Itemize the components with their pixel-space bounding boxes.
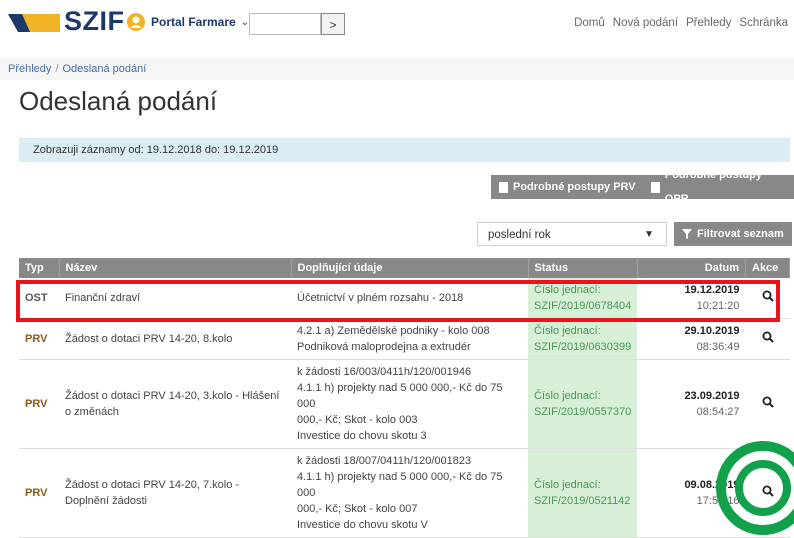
period-select[interactable]: poslední rok ▼ xyxy=(477,222,667,246)
udaje-line: k žádosti 16/003/0411h/120/001946 xyxy=(297,366,472,378)
date: 23.09.2019 xyxy=(684,390,740,402)
status-label: Číslo jednací: xyxy=(534,390,601,402)
highlight-red-box xyxy=(16,280,780,322)
row-udaje: 4.2.1 a) Zemědělské podniky - kolo 008 Po… xyxy=(291,318,528,360)
status-number: SZIF/2019/0521142 xyxy=(534,495,631,507)
col-datum: Datum xyxy=(637,258,747,278)
chevron-down-icon: ▼ xyxy=(644,229,654,240)
row-udaje: k žádosti 16/003/0411h/120/001946 4.1.1 h… xyxy=(291,359,528,449)
row-datum: 29.10.2019 08:36:49 xyxy=(637,318,746,360)
top-bar: SZIF Portal Farmare ⌄ > Domů Nová podání… xyxy=(0,0,794,44)
search-button[interactable]: > xyxy=(321,13,345,35)
page-title: Odeslaná podání xyxy=(19,86,218,116)
udaje-line: 000,- Kč; Skot - kolo 003 xyxy=(297,414,418,426)
status-label: Číslo jednací: xyxy=(534,479,601,491)
filter-button[interactable]: Filtrovat seznam xyxy=(674,222,792,246)
table-row: PRV Žádost o dotaci PRV 14-20, 8.kolo 4.… xyxy=(19,318,790,360)
col-status: Status xyxy=(528,258,638,278)
breadcrumb: Přehledy / Odeslaná podání xyxy=(0,58,794,80)
search-input[interactable] xyxy=(249,13,321,35)
szif-logo[interactable]: SZIF xyxy=(64,6,125,37)
row-udaje: k žádosti 18/007/0411h/120/001823 4.1.1 h… xyxy=(291,448,528,538)
col-udaje: Doplňující údaje xyxy=(291,258,529,278)
status-label: Číslo jednací: xyxy=(534,325,601,337)
row-nazev: Žádost o dotaci PRV 14-20, 7.kolo - Dopl… xyxy=(59,448,291,538)
row-datum: 23.09.2019 08:54:27 xyxy=(637,359,746,449)
row-status: Číslo jednací: SZIF/2019/0630399 xyxy=(528,318,638,360)
period-select-value: poslední rok xyxy=(488,229,551,241)
breadcrumb-current: Odeslaná podání xyxy=(62,63,147,75)
breadcrumb-separator: / xyxy=(55,63,59,75)
nav-prehledy[interactable]: Přehledy xyxy=(686,17,731,29)
opr-procedures-label: Podrobné postupy OPR xyxy=(664,169,762,205)
col-nazev: Název xyxy=(59,258,292,278)
nav-nova-podani[interactable]: Nová podání xyxy=(613,17,678,29)
search-icon xyxy=(762,396,774,408)
udaje-line: 4.2.1 a) Zemědělské podniky - kolo 008 xyxy=(297,325,490,337)
row-nazev: Žádost o dotaci PRV 14-20, 8.kolo xyxy=(59,318,291,360)
udaje-line: k žádosti 18/007/0411h/120/001823 xyxy=(297,455,472,467)
portal-label: Portal Farmare xyxy=(151,15,236,29)
breadcrumb-prehledy[interactable]: Přehledy xyxy=(8,63,51,75)
search-icon xyxy=(762,331,774,343)
filter-icon xyxy=(682,229,692,239)
view-button[interactable] xyxy=(745,318,790,360)
view-button[interactable] xyxy=(745,359,790,449)
document-icon xyxy=(651,181,660,193)
row-typ: PRV xyxy=(19,318,59,360)
udaje-line: Investice do chovu skotu V xyxy=(297,519,428,531)
date-range-info: Zobrazuji záznamy od: 19.12.2018 do: 19.… xyxy=(19,138,790,162)
chevron-down-icon: ⌄ xyxy=(240,16,250,28)
date: 29.10.2019 xyxy=(684,325,740,337)
table-row: PRV Žádost o dotaci PRV 14-20, 3.kolo - … xyxy=(19,359,790,449)
opr-procedures-button[interactable]: Podrobné postupy OPR xyxy=(643,169,794,205)
highlight-green-ring-inner xyxy=(735,460,791,516)
row-typ: PRV xyxy=(19,448,59,538)
time: 08:54:27 xyxy=(696,406,740,418)
table-header-row: Typ Název Doplňující údaje Status Datum … xyxy=(19,258,790,278)
top-nav: Domů Nová podání Přehledy Schránka xyxy=(574,17,788,29)
nav-schranka[interactable]: Schránka xyxy=(739,17,788,29)
row-nazev: Žádost o dotaci PRV 14-20, 3.kolo - Hláš… xyxy=(59,359,291,449)
user-icon xyxy=(127,13,145,31)
row-typ: PRV xyxy=(19,359,59,449)
udaje-line: Investice do chovu skotu 3 xyxy=(297,430,427,442)
time: 08:36:49 xyxy=(696,341,740,353)
prv-procedures-label: Podrobné postupy PRV xyxy=(513,181,636,193)
status-number: SZIF/2019/0630399 xyxy=(534,341,632,353)
udaje-line: 000,- Kč; Skot - kolo 007 xyxy=(297,503,418,515)
szif-flag-icon xyxy=(8,14,60,32)
nav-domu[interactable]: Domů xyxy=(574,17,605,29)
document-icon xyxy=(499,181,508,193)
udaje-line: Podniková maloprodejna a extrudér xyxy=(297,341,471,353)
row-status: Číslo jednací: SZIF/2019/0521142 xyxy=(528,448,638,538)
row-status: Číslo jednací: SZIF/2019/0557370 xyxy=(528,359,638,449)
filter-label: Filtrovat seznam xyxy=(697,228,784,240)
table-row: PRV Žádost o dotaci PRV 14-20, 7.kolo - … xyxy=(19,448,790,538)
col-akce: Akce xyxy=(745,258,790,278)
udaje-line: 4.1.1 h) projekty nad 5 000 000,- Kč do … xyxy=(297,471,503,499)
status-number: SZIF/2019/0557370 xyxy=(534,406,632,418)
col-typ: Typ xyxy=(19,258,60,278)
udaje-line: 4.1.1 h) projekty nad 5 000 000,- Kč do … xyxy=(297,382,503,410)
portal-menu[interactable]: Portal Farmare ⌄ xyxy=(126,10,249,34)
prv-procedures-button[interactable]: Podrobné postupy PRV xyxy=(491,175,644,199)
